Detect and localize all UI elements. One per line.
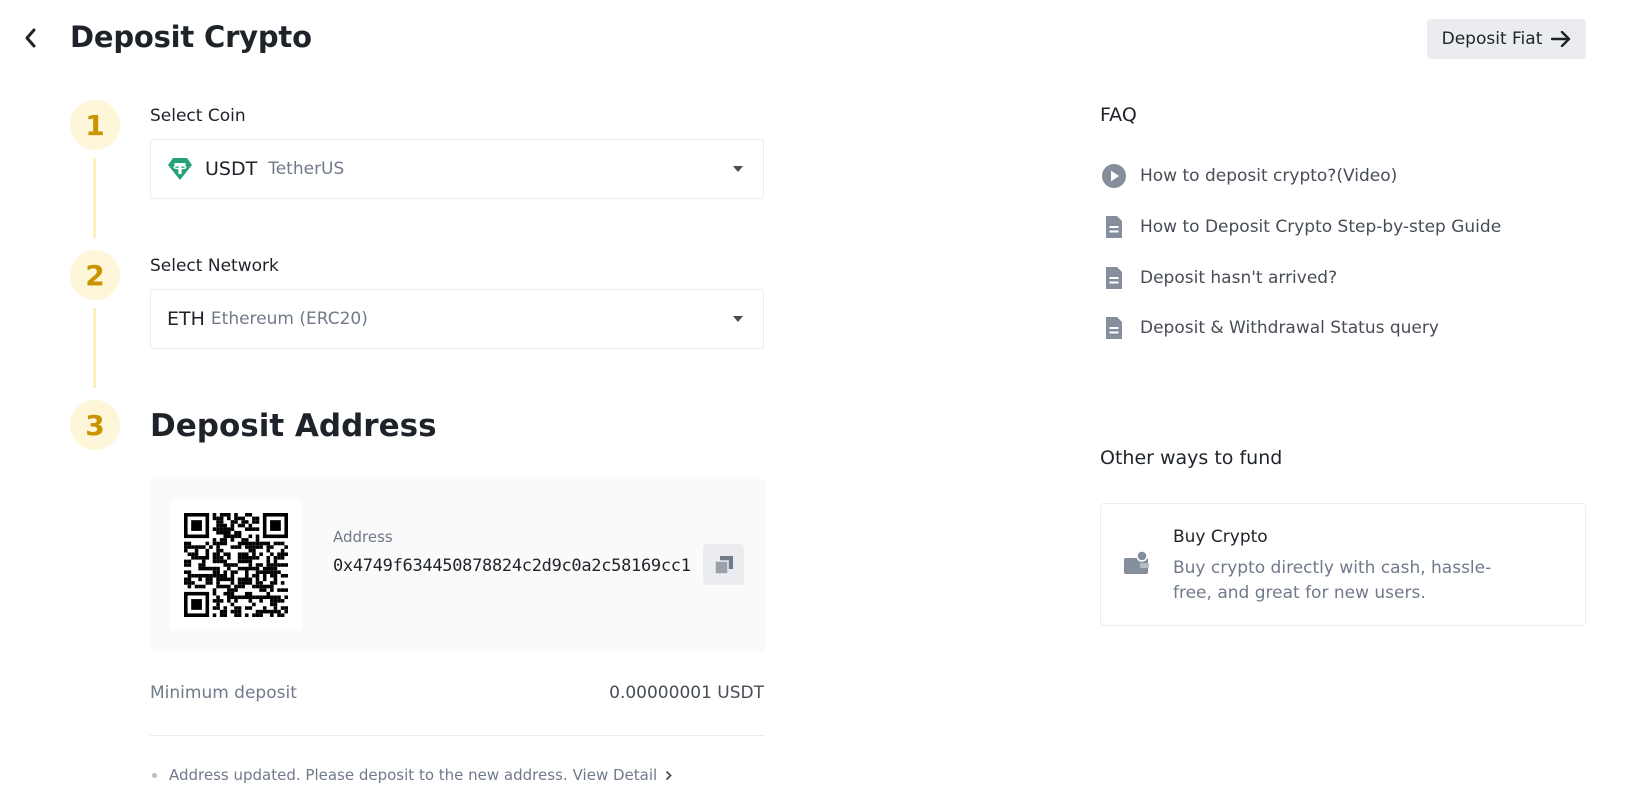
buy-crypto-title: Buy Crypto bbox=[1173, 527, 1268, 547]
address-value[interactable]: 0x4749f634450878824c2d9c0a2c58169cc1 bbox=[333, 556, 691, 576]
coin-name: TetherUS bbox=[268, 159, 345, 179]
faq-item-guide[interactable]: How to Deposit Crypto Step-by-step Guide bbox=[1100, 212, 1501, 242]
buy-crypto-card[interactable]: Buy Crypto Buy crypto directly with cash… bbox=[1100, 503, 1586, 626]
deposit-address-card: Address 0x4749f634450878824c2d9c0a2c5816… bbox=[150, 479, 765, 651]
wallet-icon bbox=[1123, 550, 1151, 580]
arrow-right-icon bbox=[1551, 31, 1571, 47]
faq-item-status-query[interactable]: Deposit & Withdrawal Status query bbox=[1100, 313, 1439, 343]
address-label: Address bbox=[333, 528, 393, 546]
step-2-badge: 2 bbox=[70, 250, 120, 300]
network-name: Ethereum (ERC20) bbox=[210, 309, 368, 329]
step-connector bbox=[93, 158, 96, 238]
view-detail-label: View Detail bbox=[572, 766, 658, 784]
caret-down-icon bbox=[733, 166, 743, 172]
copy-icon bbox=[713, 555, 733, 575]
network-select[interactable]: ETH Ethereum (ERC20) bbox=[150, 289, 764, 349]
step-1-badge: 1 bbox=[70, 100, 120, 150]
step-3-badge: 3 bbox=[70, 400, 120, 450]
back-button[interactable] bbox=[18, 26, 42, 50]
faq-item-label: Deposit hasn't arrived? bbox=[1140, 268, 1338, 288]
bullet-dot bbox=[152, 772, 157, 778]
faq-item-label: Deposit & Withdrawal Status query bbox=[1140, 318, 1439, 338]
qr-code-image bbox=[184, 513, 288, 617]
chevron-right-icon bbox=[666, 770, 672, 780]
faq-item-not-arrived[interactable]: Deposit hasn't arrived? bbox=[1100, 263, 1337, 293]
qr-code[interactable] bbox=[170, 499, 302, 631]
copy-address-button[interactable] bbox=[703, 544, 744, 585]
deposit-address-heading: Deposit Address bbox=[150, 408, 437, 444]
deposit-fiat-label: Deposit Fiat bbox=[1441, 29, 1543, 49]
notice-text: Address updated. Please deposit to the n… bbox=[169, 766, 568, 784]
caret-down-icon bbox=[733, 316, 743, 322]
faq-item-video[interactable]: How to deposit crypto?(Video) bbox=[1100, 161, 1397, 191]
document-icon bbox=[1100, 264, 1128, 292]
faq-item-label: How to Deposit Crypto Step-by-step Guide bbox=[1140, 217, 1502, 237]
divider bbox=[150, 735, 765, 736]
buy-crypto-description: Buy crypto directly with cash, hassle-fr… bbox=[1173, 558, 1492, 603]
faq-item-label: How to deposit crypto?(Video) bbox=[1140, 166, 1398, 186]
coin-symbol: USDT bbox=[205, 158, 258, 180]
minimum-deposit-value: 0.00000001 USDT bbox=[609, 683, 764, 703]
play-icon bbox=[1100, 162, 1128, 190]
page-title: Deposit Crypto bbox=[70, 20, 312, 54]
document-icon bbox=[1100, 314, 1128, 342]
select-coin-label: Select Coin bbox=[150, 106, 246, 126]
faq-heading: FAQ bbox=[1100, 104, 1137, 126]
minimum-deposit-label: Minimum deposit bbox=[150, 683, 297, 703]
view-detail-link[interactable]: View Detail bbox=[573, 766, 673, 784]
tether-icon bbox=[168, 158, 192, 180]
deposit-fiat-button[interactable]: Deposit Fiat bbox=[1427, 19, 1586, 59]
step-connector bbox=[93, 308, 96, 388]
select-network-label: Select Network bbox=[150, 256, 279, 276]
address-notice: Address updated. Please deposit to the n… bbox=[152, 766, 672, 784]
document-icon bbox=[1100, 213, 1128, 241]
coin-select[interactable]: USDT TetherUS bbox=[150, 139, 764, 199]
chevron-left-icon bbox=[25, 28, 36, 48]
network-symbol: ETH bbox=[167, 308, 205, 330]
other-ways-heading: Other ways to fund bbox=[1100, 447, 1283, 469]
